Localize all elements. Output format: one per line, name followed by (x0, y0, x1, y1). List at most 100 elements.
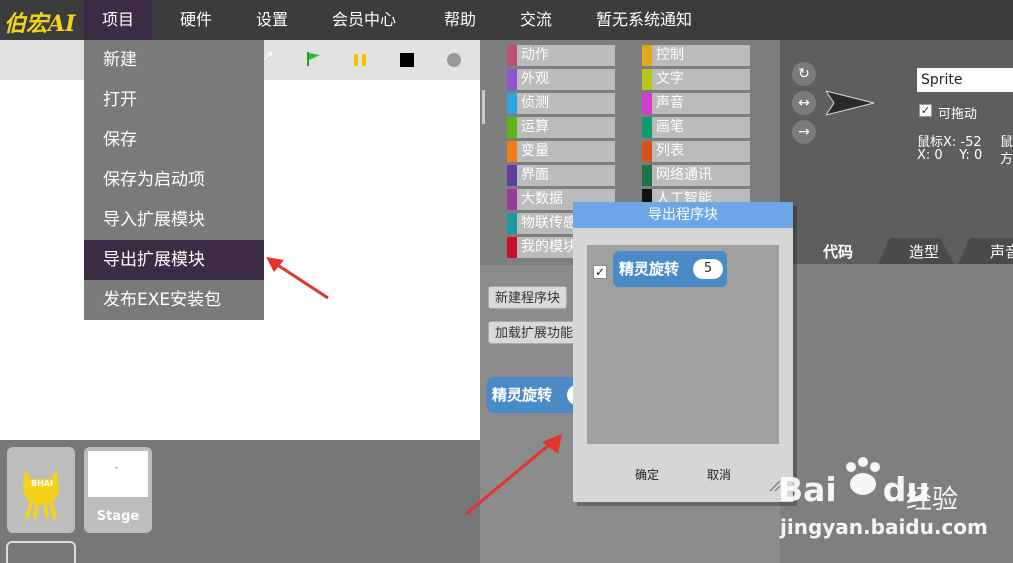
category-sound[interactable]: 声音 (642, 93, 750, 114)
category-swatch (507, 69, 517, 90)
palette-block-sprite-rotate[interactable]: 精灵旋转 (487, 377, 591, 413)
category-interface[interactable]: 界面 (507, 165, 615, 186)
new-procedure-button[interactable]: 新建程序块 (488, 286, 568, 309)
direction-readout: 方 (1000, 152, 1013, 167)
category-label: 文字 (656, 71, 684, 87)
rotate-all-around-button[interactable]: ↻ (792, 62, 816, 86)
export-procedure-dialog: 导出程序块 ✓ 精灵旋转 5 确定 取消 (573, 202, 793, 502)
category-label: 变量 (521, 143, 549, 159)
menu-help[interactable]: 帮助 (426, 0, 494, 40)
category-looks[interactable]: 外观 (507, 69, 615, 90)
red-arrow-annotation (266, 257, 329, 300)
dialog-cancel-button[interactable]: 取消 (707, 466, 731, 483)
stop-icon[interactable] (400, 53, 414, 67)
category-operators[interactable]: 运算 (507, 117, 615, 138)
stage-label: Stage (96, 509, 140, 524)
category-swatch (642, 93, 652, 114)
category-label: 侦测 (521, 95, 549, 111)
category-label: 声音 (656, 95, 684, 111)
tab-sounds[interactable]: 声音 (990, 238, 1013, 266)
category-swatch (507, 237, 517, 258)
watermark-brand-bai: Bai (778, 470, 837, 509)
watermark-url: jingyan.baidu.com (780, 515, 988, 539)
category-label: 运算 (521, 119, 549, 135)
category-label: 外观 (521, 71, 549, 87)
tab-code[interactable]: 代码 (810, 238, 866, 266)
stage-thumbnail[interactable]: - Stage (84, 447, 152, 533)
load-extension-button[interactable]: 加载扩展功能 (488, 321, 581, 344)
menu-settings[interactable]: 设置 (238, 0, 306, 40)
export-block-checkbox[interactable]: ✓ (593, 265, 607, 279)
menu-member-center[interactable]: 会员中心 (314, 0, 414, 40)
record-icon[interactable] (447, 53, 461, 67)
bhai-mascot-icon (23, 469, 59, 519)
dialog-ok-button[interactable]: 确定 (635, 466, 659, 483)
pause-icon[interactable] (353, 53, 367, 71)
category-label: 我的模块 (521, 239, 577, 255)
category-label: 界面 (521, 167, 549, 183)
sprite-name-input[interactable]: Sprite (917, 68, 1013, 92)
category-variables[interactable]: 变量 (507, 141, 615, 162)
category-swatch (507, 165, 517, 186)
category-label: 网络通讯 (656, 167, 712, 183)
category-sensing[interactable]: 侦测 (507, 93, 615, 114)
app-logo: 伯宏AI (4, 11, 76, 37)
category-label: 控制 (656, 47, 684, 63)
sprite-thumbnail-partial[interactable] (6, 541, 76, 563)
category-swatch (507, 141, 517, 162)
splitter-handle[interactable] (482, 90, 485, 124)
menu-item-export-extension[interactable]: 导出扩展模块 (84, 240, 264, 280)
red-arrow-annotation-dialog (465, 434, 562, 516)
block-input-value[interactable]: 5 (693, 259, 723, 279)
stage-preview: - (88, 451, 148, 497)
no-rotate-button[interactable]: → (792, 120, 816, 144)
dialog-block-list: ✓ 精灵旋转 5 (587, 245, 779, 444)
sprite-mascot-text: BHAI (31, 479, 53, 488)
category-motion[interactable]: 动作 (507, 45, 615, 66)
category-swatch (507, 93, 517, 114)
menu-item-save[interactable]: 保存 (84, 120, 264, 160)
category-pen[interactable]: 画笔 (642, 117, 750, 138)
menu-item-publish-exe[interactable]: 发布EXE安装包 (84, 280, 264, 320)
menu-project[interactable]: 项目 (84, 0, 153, 40)
category-label: 物联传感 (521, 215, 577, 231)
menu-notifications[interactable]: 暂无系统通知 (578, 0, 710, 40)
export-block-sprite-rotate: 精灵旋转 5 (613, 251, 727, 287)
category-control[interactable]: 控制 (642, 45, 750, 66)
menu-item-open[interactable]: 打开 (84, 80, 264, 120)
category-swatch (642, 117, 652, 138)
menu-hardware[interactable]: 硬件 (162, 0, 230, 40)
block-label: 精灵旋转 (492, 386, 553, 404)
sprite-list: BHAI - Stage (0, 440, 480, 563)
category-swatch (507, 189, 517, 210)
position-readout: X: 0 Y: 0 (917, 148, 983, 163)
category-swatch (507, 213, 517, 234)
category-label: 大数据 (521, 191, 563, 207)
rotate-left-right-button[interactable]: ↔ (792, 91, 816, 115)
tab-costumes[interactable]: 造型 (896, 238, 952, 266)
watermark-suffix: 经验 (906, 485, 959, 515)
sprite-thumbnail[interactable]: BHAI (7, 447, 75, 533)
menu-item-import-extension[interactable]: 导入扩展模块 (84, 200, 264, 240)
category-network[interactable]: 网络通讯 (642, 165, 750, 186)
baidu-paw-icon (838, 452, 888, 510)
draggable-label: 可拖动 (938, 107, 978, 122)
category-text[interactable]: 文字 (642, 69, 750, 90)
category-list[interactable]: 列表 (642, 141, 750, 162)
stage-preview-dot: - (115, 463, 118, 472)
category-swatch (642, 45, 652, 66)
draggable-checkbox[interactable]: ✓ (919, 104, 932, 117)
category-swatch (507, 45, 517, 66)
green-flag-icon[interactable] (306, 51, 322, 71)
dialog-title: 导出程序块 (573, 202, 793, 228)
category-label: 列表 (656, 143, 684, 159)
menu-item-save-as-startup[interactable]: 保存为启动项 (84, 160, 264, 200)
category-swatch (507, 117, 517, 138)
menu-bar: 伯宏AI 项目 硬件 设置 会员中心 帮助 交流 暂无系统通知 (0, 0, 1013, 40)
block-label: 精灵旋转 (619, 260, 680, 278)
menu-community[interactable]: 交流 (502, 0, 570, 40)
category-swatch (642, 165, 652, 186)
menu-item-new[interactable]: 新建 (84, 40, 264, 80)
category-label: 动作 (521, 47, 549, 63)
category-swatch (642, 141, 652, 162)
